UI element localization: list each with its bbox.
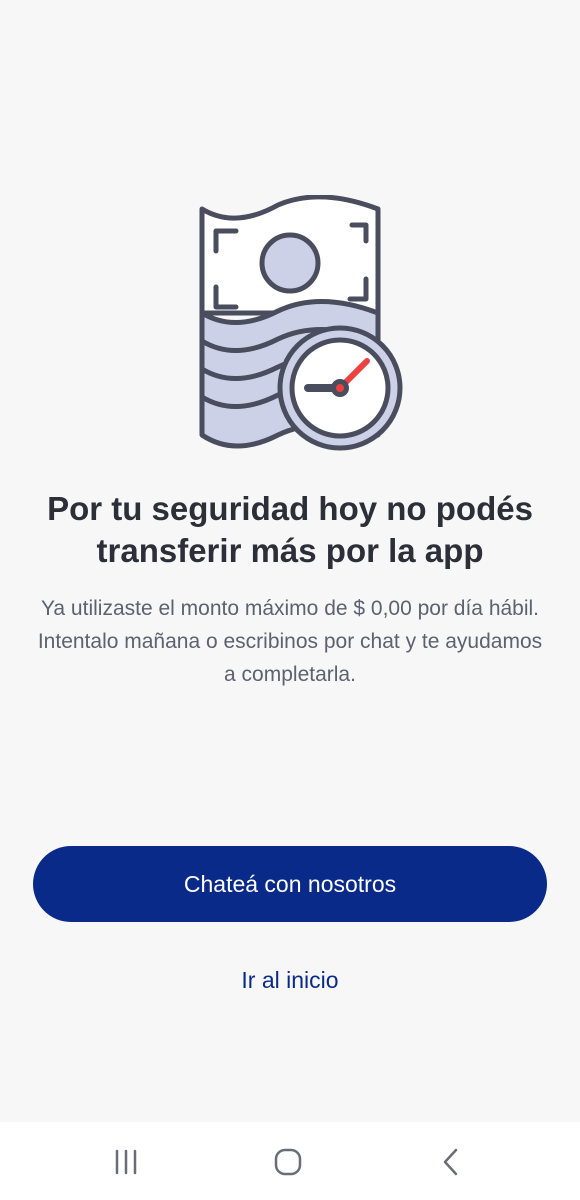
- system-navigation-bar: [0, 1122, 580, 1200]
- recent-apps-icon[interactable]: [106, 1142, 146, 1182]
- page-title: Por tu seguridad hoy no podés transferir…: [47, 490, 533, 569]
- home-icon[interactable]: [268, 1142, 308, 1182]
- chat-button[interactable]: Chateá con nosotros: [33, 846, 547, 922]
- back-icon[interactable]: [431, 1142, 471, 1182]
- go-home-link[interactable]: Ir al inicio: [0, 960, 580, 1000]
- money-clock-icon: [190, 194, 410, 460]
- description-text: Ya utilizaste el monto máximo de $ 0,00 …: [37, 597, 543, 686]
